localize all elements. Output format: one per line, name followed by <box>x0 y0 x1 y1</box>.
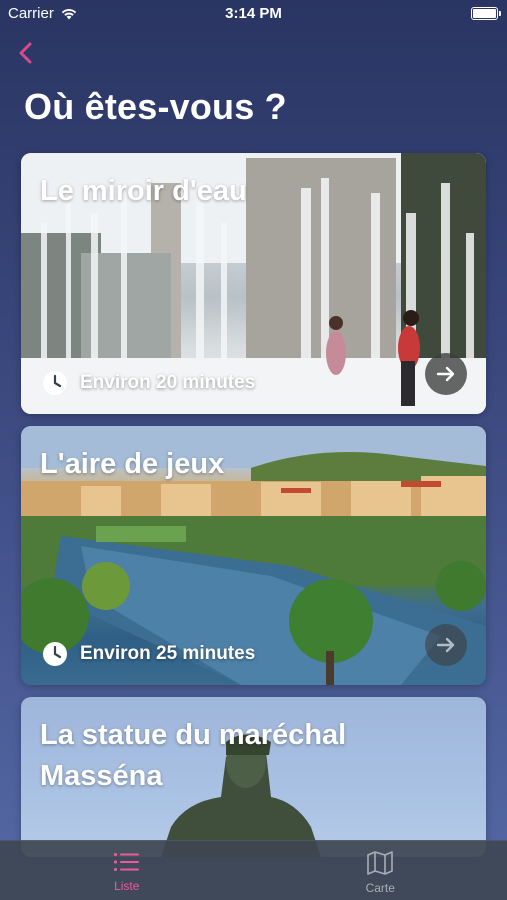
clock-icon <box>43 642 67 666</box>
chevron-left-icon <box>19 42 32 64</box>
place-title: La statue du maréchal Masséna <box>40 719 347 792</box>
tab-label: Carte <box>365 881 395 895</box>
status-time: 3:14 PM <box>225 5 282 22</box>
tab-liste[interactable]: Liste <box>0 841 254 900</box>
place-duration: Environ 25 minutes <box>42 641 255 667</box>
tab-label: Liste <box>114 879 140 893</box>
list-icon <box>113 853 139 871</box>
arrow-right-icon <box>436 366 455 382</box>
place-title: Le miroir d'eau <box>40 175 247 207</box>
tab-bar: Liste Carte <box>0 840 507 900</box>
battery-icon <box>471 7 501 20</box>
duration-label: Environ 20 minutes <box>80 372 256 393</box>
page-title: Où êtes-vous ? <box>24 86 287 127</box>
status-bar: Carrier 3:14 PM <box>0 0 507 30</box>
place-card-aire-de-jeux[interactable]: L'aire de jeux Environ 25 minutes <box>21 426 486 685</box>
place-card-statue-massena[interactable]: La statue du maréchal Masséna <box>21 697 486 857</box>
place-card-miroir-d-eau[interactable]: Le miroir d'eau Environ 20 minutes <box>21 153 486 414</box>
arrow-right-icon <box>436 637 455 653</box>
go-button[interactable] <box>425 624 467 666</box>
clock-icon <box>43 371 67 395</box>
map-icon <box>367 851 394 875</box>
duration-label: Environ 25 minutes <box>80 643 256 664</box>
go-button[interactable] <box>425 353 467 395</box>
place-title: L'aire de jeux <box>40 448 225 480</box>
place-duration: Environ 20 minutes <box>42 370 255 396</box>
tab-carte[interactable]: Carte <box>254 841 507 900</box>
back-button[interactable] <box>12 38 42 68</box>
